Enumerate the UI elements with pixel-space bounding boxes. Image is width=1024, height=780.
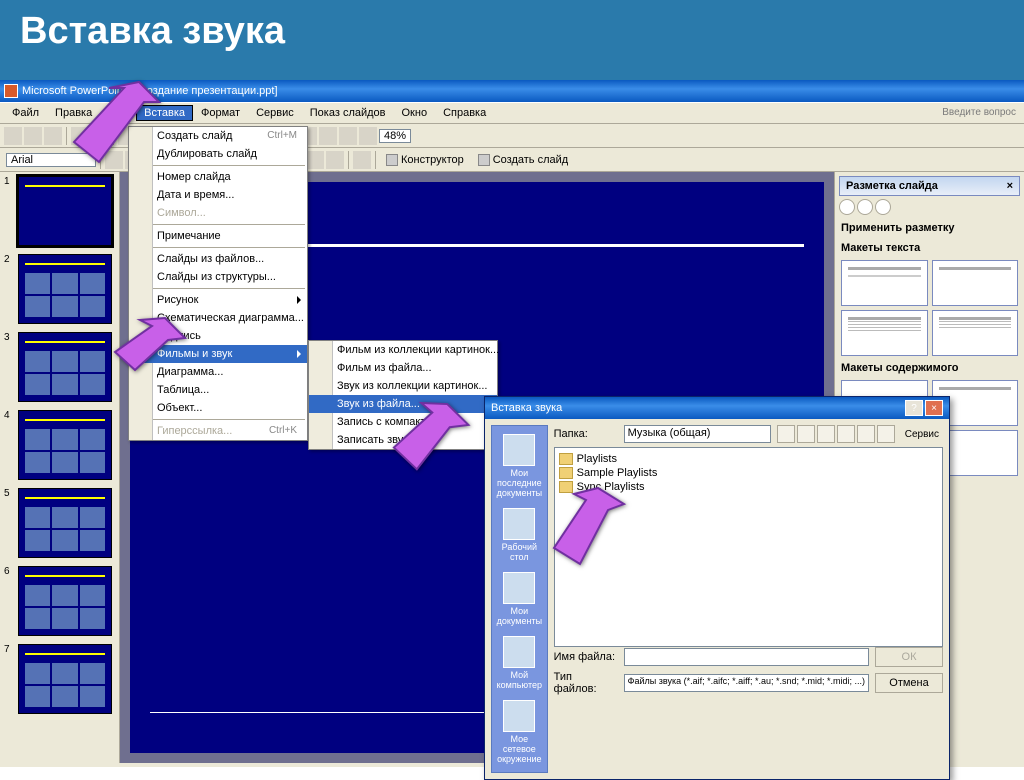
menuitem-слайды-из-файлов---[interactable]: Слайды из файлов... bbox=[129, 250, 307, 268]
color-button[interactable] bbox=[359, 127, 377, 145]
section-text-layouts: Макеты текста bbox=[839, 238, 1020, 258]
thumbnail-1[interactable]: 1 bbox=[4, 176, 115, 246]
filetype-combo[interactable]: Файлы звука (*.aif; *.aifc; *.aiff; *.au… bbox=[624, 674, 869, 692]
filename-label: Имя файла: bbox=[554, 651, 618, 663]
cancel-button[interactable]: Отмена bbox=[875, 673, 943, 693]
ask-question-box[interactable]: Введите вопрос bbox=[938, 105, 1020, 121]
places-bar[interactable]: Мои последние документыРабочий столМои д… bbox=[491, 425, 548, 773]
menuitem-символ---: Символ... bbox=[129, 204, 307, 222]
file-playlists[interactable]: Playlists bbox=[559, 452, 938, 466]
filename-combo[interactable] bbox=[624, 648, 869, 666]
font-color-button[interactable] bbox=[353, 151, 371, 169]
newfolder-icon[interactable] bbox=[857, 425, 875, 443]
grid-button[interactable] bbox=[339, 127, 357, 145]
new-slide-button[interactable]: Создать слайд bbox=[472, 154, 574, 166]
search-icon[interactable] bbox=[817, 425, 835, 443]
zoom-combo[interactable]: 48% bbox=[379, 129, 411, 143]
text-layouts[interactable] bbox=[839, 258, 1020, 358]
menu-справка[interactable]: Справка bbox=[435, 105, 494, 121]
apply-label: Применить разметку bbox=[839, 218, 1020, 238]
slide-thumbnails[interactable]: 1234567 bbox=[0, 172, 120, 763]
menuitem-фильм-из-коллекции-картинок---[interactable]: Фильм из коллекции картинок... bbox=[309, 341, 497, 359]
folder-combo[interactable]: Музыка (общая) bbox=[624, 425, 771, 443]
taskpane-nav[interactable] bbox=[839, 196, 1020, 218]
menuitem-фильм-из-файла---[interactable]: Фильм из файла... bbox=[309, 359, 497, 377]
place-мое-сетевое-окружение[interactable]: Мое сетевое окружение bbox=[496, 696, 543, 768]
delete-icon[interactable] bbox=[837, 425, 855, 443]
arrow-2 bbox=[80, 312, 190, 387]
thumbnail-7[interactable]: 7 bbox=[4, 644, 115, 714]
menu-окно[interactable]: Окно bbox=[394, 105, 436, 121]
menu-формат[interactable]: Формат bbox=[193, 105, 248, 121]
layout-bullets[interactable] bbox=[841, 310, 928, 356]
folder-label: Папка: bbox=[554, 428, 618, 440]
layout-two-col[interactable] bbox=[932, 310, 1019, 356]
dialog-title: Вставка звука bbox=[491, 402, 562, 414]
thumbnail-5[interactable]: 5 bbox=[4, 488, 115, 558]
tools-menu[interactable]: Сервис bbox=[901, 429, 943, 440]
thumbnail-6[interactable]: 6 bbox=[4, 566, 115, 636]
increase-font-button[interactable] bbox=[306, 151, 324, 169]
arrow-4 bbox=[528, 480, 638, 585]
menuitem-слайды-из-структуры---[interactable]: Слайды из структуры... bbox=[129, 268, 307, 286]
menuitem-объект---[interactable]: Объект... bbox=[129, 399, 307, 417]
taskpane-header[interactable]: Разметка слайда× bbox=[839, 176, 1020, 196]
menuitem-примечание[interactable]: Примечание bbox=[129, 227, 307, 245]
new-button[interactable] bbox=[4, 127, 22, 145]
menuitem-рисунок[interactable]: Рисунок bbox=[129, 291, 307, 309]
designer-button[interactable]: Конструктор bbox=[380, 154, 470, 166]
menuitem-гиперссылка---: Гиперссылка...Ctrl+K bbox=[129, 422, 307, 440]
arrow-1 bbox=[24, 70, 164, 185]
menu-показ слайдов[interactable]: Показ слайдов bbox=[302, 105, 394, 121]
place-мой-компьютер[interactable]: Мой компьютер bbox=[496, 632, 543, 694]
layout-title[interactable] bbox=[841, 260, 928, 306]
back-icon[interactable] bbox=[777, 425, 795, 443]
presentation-title-bar: Вставка звука bbox=[0, 0, 1024, 80]
menuitem-дата-и-время---[interactable]: Дата и время... bbox=[129, 186, 307, 204]
file-sample-playlists[interactable]: Sample Playlists bbox=[559, 466, 938, 480]
app-icon bbox=[4, 84, 18, 98]
section-content-layouts: Макеты содержимого bbox=[839, 358, 1020, 378]
insert-sound-dialog[interactable]: Вставка звука ? × Мои последние документ… bbox=[484, 396, 950, 780]
help-icon[interactable]: ? bbox=[905, 400, 923, 416]
presentation-title: Вставка звука bbox=[20, 10, 1004, 53]
filetype-label: Тип файлов: bbox=[554, 671, 618, 695]
layout-title-only[interactable] bbox=[932, 260, 1019, 306]
close-icon[interactable]: × bbox=[925, 400, 943, 416]
thumbnail-4[interactable]: 4 bbox=[4, 410, 115, 480]
dialog-titlebar[interactable]: Вставка звука ? × bbox=[485, 397, 949, 419]
up-icon[interactable] bbox=[797, 425, 815, 443]
ok-button[interactable]: ОК bbox=[875, 647, 943, 667]
menu-сервис[interactable]: Сервис bbox=[248, 105, 302, 121]
nav-fwd-icon[interactable] bbox=[857, 199, 873, 215]
arrow-3 bbox=[370, 390, 480, 495]
decrease-font-button[interactable] bbox=[326, 151, 344, 169]
views-icon[interactable] bbox=[877, 425, 895, 443]
nav-back-icon[interactable] bbox=[839, 199, 855, 215]
show-formatting-button[interactable] bbox=[319, 127, 337, 145]
nav-home-icon[interactable] bbox=[875, 199, 891, 215]
